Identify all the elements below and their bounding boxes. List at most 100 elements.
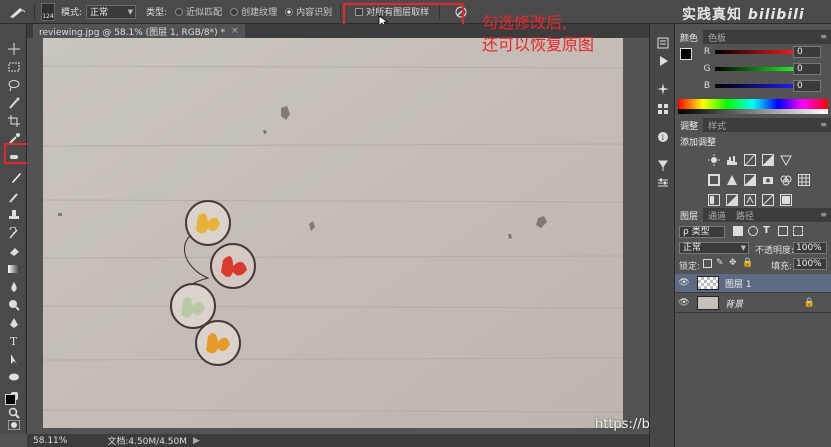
- tab-channels[interactable]: 通道: [703, 208, 731, 222]
- tab-swatches[interactable]: 色板: [703, 30, 731, 44]
- lasso-tool[interactable]: [5, 78, 22, 92]
- watermark-text: 实践真知: [682, 7, 742, 23]
- invert-button[interactable]: [707, 193, 721, 207]
- brush-size-picker[interactable]: 124: [41, 2, 55, 21]
- document-tab[interactable]: reviewing.jpg @ 58.1% (图层 1, RGB/8*) * ×: [33, 24, 245, 38]
- red-slider[interactable]: [715, 50, 799, 54]
- swatches-panel-button[interactable]: [655, 102, 671, 116]
- color-lookup-button[interactable]: [797, 173, 811, 187]
- tab-layers[interactable]: 图层: [675, 208, 704, 222]
- fill-input[interactable]: 100%: [793, 258, 827, 270]
- panel-menu-icon[interactable]: ≡: [820, 32, 827, 41]
- quick-mask-button[interactable]: [5, 418, 22, 432]
- zoom-level[interactable]: 58.11%: [33, 436, 67, 446]
- blue-slider[interactable]: [715, 84, 799, 88]
- type-radio-proximity[interactable]: 近似匹配: [175, 5, 222, 18]
- grayscale-ramp[interactable]: [678, 109, 828, 114]
- blend-mode-select[interactable]: 正常 ▼: [679, 242, 749, 254]
- chevron-right-icon[interactable]: ▶: [193, 436, 200, 446]
- type-radio-content-aware[interactable]: 内容识别: [285, 5, 332, 18]
- tab-paths[interactable]: 路径: [731, 208, 759, 222]
- mode-value: 正常: [90, 8, 109, 18]
- color-spectrum-bar[interactable]: [678, 99, 828, 109]
- layer-name[interactable]: 背景: [725, 297, 743, 310]
- layer-row-background[interactable]: 👁 背景 🔒: [675, 294, 831, 313]
- type-tool[interactable]: T: [5, 334, 22, 348]
- tool-presets-button[interactable]: [655, 158, 671, 172]
- type-radio-texture[interactable]: 创建纹理: [230, 5, 277, 18]
- smart-object-filter-icon[interactable]: [793, 226, 803, 236]
- content-aware-brush-icon: [11, 173, 21, 183]
- eraser-tool[interactable]: [5, 244, 22, 258]
- properties-panel-button[interactable]: [655, 176, 671, 190]
- channel-mixer-button[interactable]: [779, 173, 793, 187]
- posterize-button[interactable]: [725, 193, 739, 207]
- history-brush-tool[interactable]: [5, 226, 22, 240]
- shape-filter-icon[interactable]: [778, 226, 788, 236]
- lock-pixels-icon[interactable]: ✎: [716, 259, 725, 268]
- brush-tool[interactable]: [5, 190, 22, 204]
- blue-value-input[interactable]: 0: [793, 80, 821, 92]
- quick-select-tool[interactable]: [5, 96, 22, 110]
- camera-icon: [763, 177, 773, 184]
- lock-all-icon[interactable]: 🔒: [742, 259, 753, 268]
- exposure-adjustment-button[interactable]: [761, 153, 775, 167]
- panel-menu-icon[interactable]: ≡: [820, 210, 827, 219]
- color-panel: R 0 G 0 B 0: [675, 44, 831, 96]
- color-balance-button[interactable]: [725, 173, 739, 187]
- curves-adjustment-button[interactable]: [743, 153, 757, 167]
- lock-transparent-icon[interactable]: [703, 259, 712, 268]
- clone-stamp-tool[interactable]: [5, 208, 22, 222]
- image-canvas[interactable]: [43, 38, 623, 428]
- shape-tool[interactable]: [5, 370, 22, 384]
- photo-filter-button[interactable]: [761, 173, 775, 187]
- lock-position-icon[interactable]: ✥: [729, 259, 738, 268]
- black-white-button[interactable]: [743, 173, 757, 187]
- info-panel-button[interactable]: i: [655, 130, 671, 144]
- hue-icon: [708, 174, 720, 186]
- green-slider[interactable]: [715, 67, 799, 71]
- layer-row-layer1[interactable]: 👁 图层 1: [675, 274, 831, 293]
- marquee-tool[interactable]: [5, 60, 22, 74]
- threshold-button[interactable]: [743, 193, 757, 207]
- brush-panel-button[interactable]: [655, 82, 671, 96]
- panel-menu-icon[interactable]: ≡: [820, 120, 827, 129]
- hue-saturation-button[interactable]: [707, 173, 721, 187]
- history-panel-button[interactable]: [655, 36, 671, 50]
- brightness-adjustment-button[interactable]: [707, 153, 721, 167]
- eye-icon[interactable]: 👁: [675, 278, 693, 288]
- mode-select[interactable]: 正常 ▼: [86, 4, 137, 19]
- tab-styles[interactable]: 样式: [703, 118, 731, 132]
- foreground-color-swatch[interactable]: [5, 394, 16, 405]
- layer-name[interactable]: 图层 1: [725, 277, 752, 290]
- actions-panel-button[interactable]: [655, 54, 671, 68]
- vibrance-adjustment-button[interactable]: [779, 153, 793, 167]
- layer-filter-select[interactable]: ρ 类型: [679, 226, 725, 238]
- gradient-tool[interactable]: [5, 262, 22, 276]
- chevron-down-icon: ▼: [127, 7, 134, 16]
- close-icon[interactable]: ×: [231, 26, 239, 36]
- stamp-icon: [8, 210, 19, 219]
- type-filter-icon[interactable]: T: [763, 226, 773, 236]
- color-panel-tabs: 颜色 色板 ≡: [675, 30, 831, 44]
- pen-tool[interactable]: [5, 316, 22, 330]
- selective-color-button[interactable]: [779, 193, 793, 207]
- crop-tool[interactable]: [5, 114, 22, 128]
- gradient-map-button[interactable]: [761, 193, 775, 207]
- pixel-filter-icon[interactable]: [733, 226, 743, 236]
- tab-color[interactable]: 颜色: [675, 30, 704, 44]
- eye-icon[interactable]: 👁: [675, 298, 693, 308]
- history-brush-icon: [8, 227, 18, 239]
- tool-preset-picker[interactable]: [4, 2, 30, 22]
- content-aware-move-tool[interactable]: [7, 170, 24, 184]
- dodge-tool[interactable]: [5, 298, 22, 312]
- green-value-input[interactable]: 0: [793, 63, 821, 75]
- red-value-input[interactable]: 0: [793, 46, 821, 58]
- tab-adjustments[interactable]: 调整: [675, 118, 704, 132]
- levels-adjustment-button[interactable]: [725, 153, 739, 167]
- adjustment-filter-icon[interactable]: [748, 226, 758, 236]
- move-tool[interactable]: [5, 42, 22, 56]
- path-selection-tool[interactable]: [5, 352, 22, 366]
- opacity-input[interactable]: 100%: [793, 242, 827, 254]
- blur-tool[interactable]: [5, 280, 22, 294]
